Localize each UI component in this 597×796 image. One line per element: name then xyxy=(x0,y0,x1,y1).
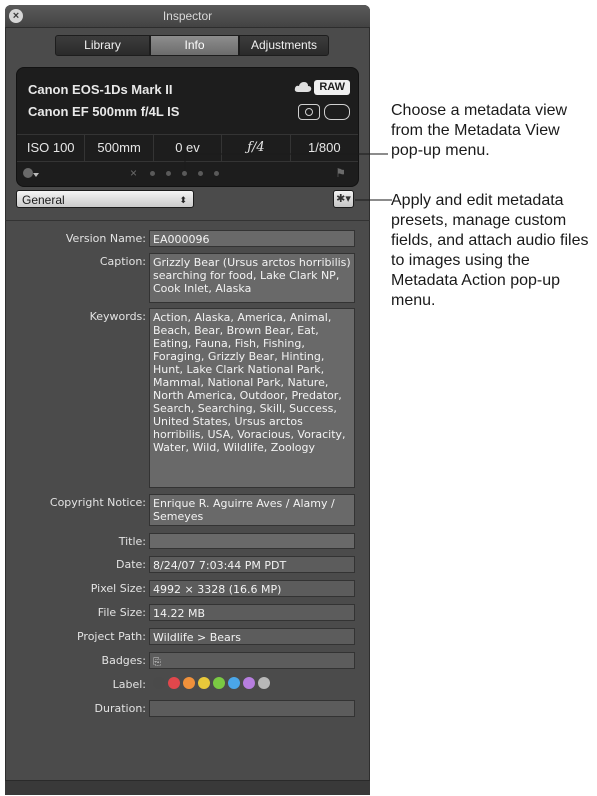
callout-metadata-view: Choose a metadata view from the Metadata… xyxy=(391,102,568,159)
callout-metadata-action: Apply and edit metadata presets, manage … xyxy=(391,192,589,309)
callout-line-view xyxy=(184,153,388,170)
